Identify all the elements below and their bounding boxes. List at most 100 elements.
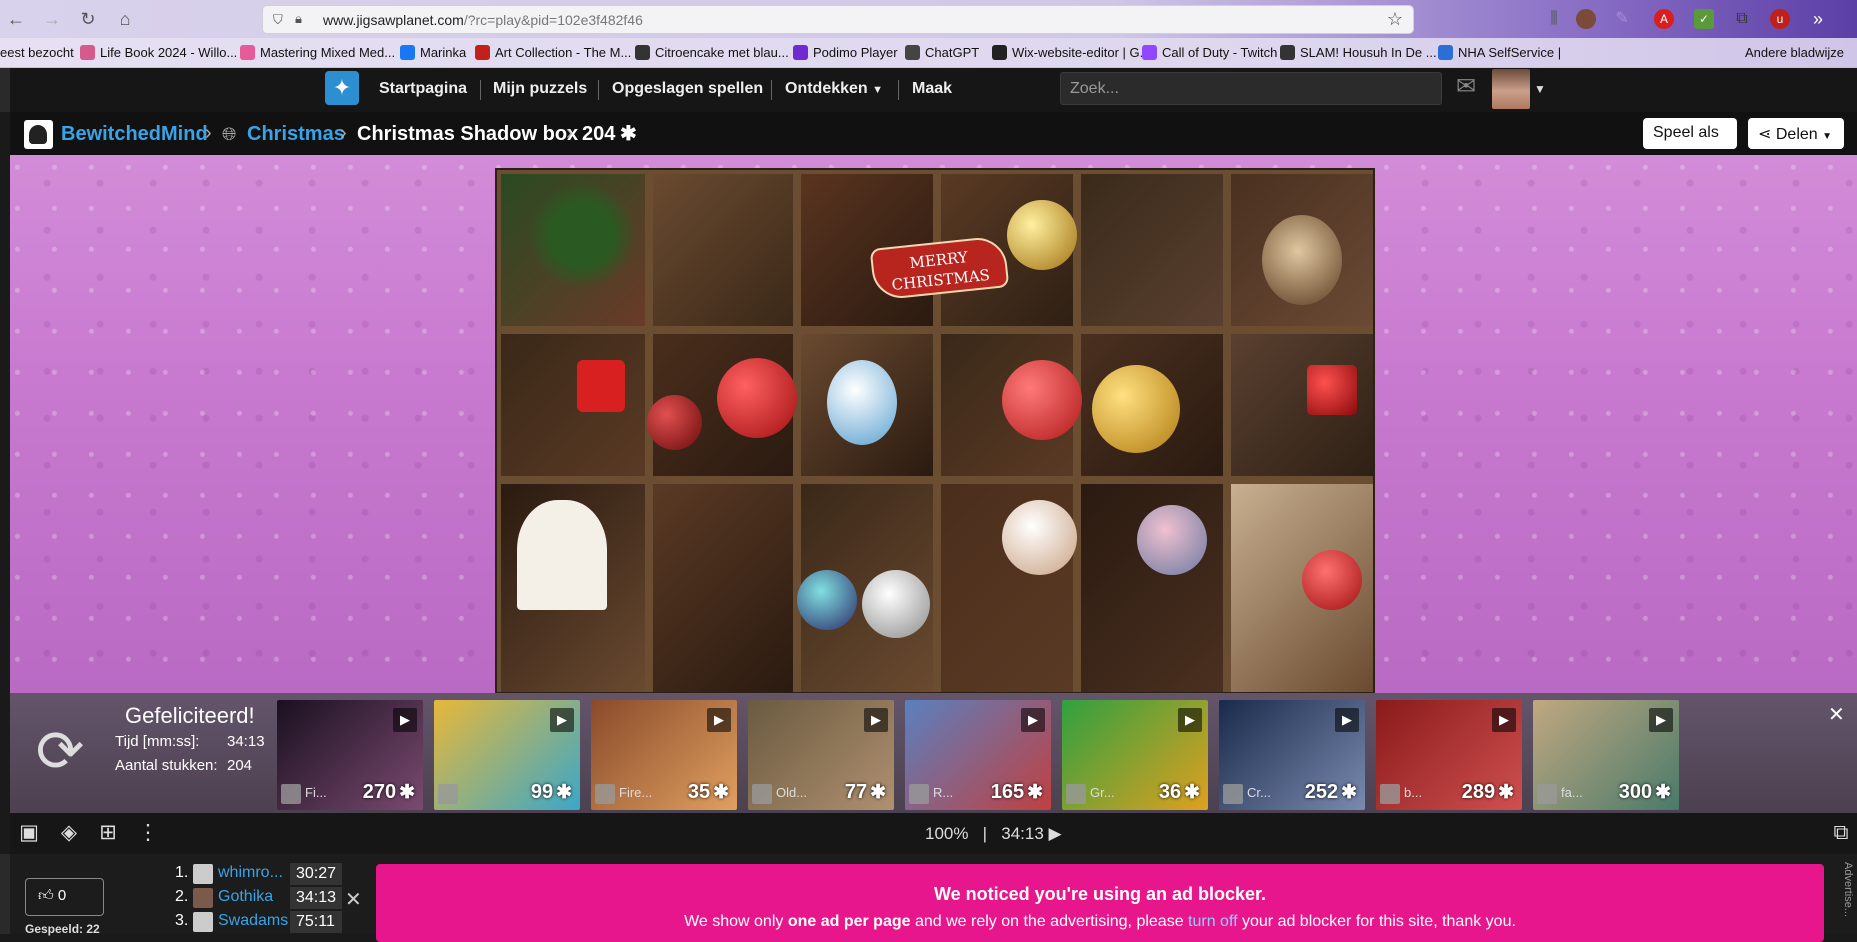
leader-name[interactable]: Swadams (218, 912, 288, 930)
home-icon[interactable]: ⌂ (113, 8, 137, 30)
jigsawplanet-logo-icon[interactable]: ✦ (325, 71, 359, 105)
shield-icon[interactable]: ⛉ (273, 12, 283, 28)
bookmark-item[interactable]: Life Book 2024 - Willo... (80, 45, 237, 60)
bookmark-item[interactable]: eest bezocht (0, 45, 74, 60)
profile-icon[interactable] (1576, 9, 1596, 29)
suggested-puzzle[interactable]: ▶ Cr... 252 ✱ (1219, 700, 1365, 810)
more-vertical-icon[interactable]: ⋮ (135, 820, 161, 846)
play-icon[interactable]: ▶ (550, 708, 574, 732)
bookmark-item[interactable]: Andere bladwijze (1745, 45, 1844, 60)
lock-icon[interactable]: 🔒︎ (295, 11, 302, 27)
suggested-puzzle[interactable]: ▶ Fire... 35 ✱ (591, 700, 737, 810)
leader-avatar[interactable] (193, 912, 213, 932)
image-icon[interactable]: ▣ (16, 820, 42, 846)
zoom-level[interactable]: 100% (925, 824, 968, 843)
caret-down-icon[interactable]: ▼ (1534, 82, 1546, 96)
puzzle-piece-icon: ✱ (556, 782, 572, 803)
turn-off-link[interactable]: turn off (1188, 913, 1238, 930)
ghost-image-icon[interactable]: ◈ (56, 820, 82, 846)
leader-name[interactable]: Gothika (218, 888, 273, 906)
suggested-puzzle[interactable]: ▶ fa... 300 ✱ (1533, 700, 1679, 810)
suggested-puzzle[interactable]: ▶ Gr... 36 ✱ (1062, 700, 1208, 810)
ornament (862, 570, 930, 638)
adblock-icon[interactable]: A (1654, 9, 1674, 29)
fullscreen-icon[interactable]: ⧉ (1828, 820, 1854, 846)
bookmark-item[interactable]: Wix-website-editor | G... (992, 45, 1150, 60)
advertise-label[interactable]: Advertise... (1828, 862, 1854, 934)
forward-icon[interactable]: → (40, 8, 64, 30)
suggested-piece-count: 289 ✱ (1461, 781, 1514, 803)
bookmark-item[interactable]: Podimo Player (793, 45, 898, 60)
nav-mijn-puzzels[interactable]: Mijn puzzels (493, 80, 587, 98)
play-icon[interactable]: ▶ (1049, 824, 1062, 843)
user-avatar[interactable] (1492, 69, 1530, 109)
play-icon[interactable]: ▶ (1021, 708, 1045, 732)
overflow-icon[interactable]: » (1808, 9, 1828, 29)
mail-icon[interactable]: ✉ (1456, 75, 1482, 99)
search-input[interactable]: Zoek... (1060, 72, 1442, 105)
bookmark-item[interactable]: Citroencake met blau... (635, 45, 789, 60)
bookmark-item[interactable]: Marinka (400, 45, 466, 60)
puzzle-image[interactable]: MERRY CHRISTMAS (495, 168, 1375, 694)
play-icon[interactable]: ▶ (1335, 708, 1359, 732)
bookmark-item[interactable]: Art Collection - The M... (475, 45, 631, 60)
author-avatar (1223, 784, 1243, 804)
close-icon[interactable]: ✕ (345, 887, 362, 912)
suggested-puzzle[interactable]: ▶ 99 ✱ (434, 700, 580, 810)
breadcrumb-user[interactable]: BewitchedMind (61, 123, 208, 146)
play-icon[interactable]: ▶ (1649, 708, 1673, 732)
nav-maak[interactable]: Maak (912, 80, 952, 98)
bookmark-item[interactable]: Mastering Mixed Med... (240, 45, 395, 60)
leader-avatar[interactable] (193, 864, 213, 884)
author-avatar (595, 784, 615, 804)
bookmark-item[interactable]: ChatGPT (905, 45, 979, 60)
suggested-puzzle[interactable]: ▶ R... 165 ✱ (905, 700, 1051, 810)
thumbs-up-icon: 👍︎ (38, 887, 54, 904)
author-avatar (1066, 784, 1086, 804)
breadcrumb-category[interactable]: Christmas (247, 123, 345, 146)
adblock-title: We noticed you're using an ad blocker. (933, 884, 1267, 904)
bookmark-item[interactable]: Call of Duty - Twitch (1142, 45, 1277, 60)
play-icon[interactable]: ▶ (864, 708, 888, 732)
back-icon[interactable]: ← (4, 8, 28, 30)
suggested-piece-count: 36 ✱ (1158, 781, 1200, 803)
puzzle-extension-icon[interactable]: ⧉ (1732, 9, 1752, 29)
play-icon[interactable]: ▶ (707, 708, 731, 732)
suggested-puzzle[interactable]: ▶ b... 289 ✱ (1376, 700, 1522, 810)
replay-icon[interactable]: ⟳ (30, 722, 90, 782)
bookmark-favicon-icon (992, 45, 1007, 60)
like-button[interactable]: 👍︎ 0 (25, 878, 104, 916)
reload-icon[interactable]: ↻ (76, 8, 100, 30)
nav-startpagina[interactable]: Startpagina (379, 80, 467, 98)
url-text[interactable]: www.jigsawplanet.com/?rc=play&pid=102e3f… (323, 12, 643, 28)
play-icon[interactable]: ▶ (1178, 708, 1202, 732)
chevron-right-icon: › (566, 122, 573, 144)
play-icon[interactable]: ▶ (393, 708, 417, 732)
close-icon[interactable]: ✕ (1828, 702, 1845, 727)
leader-avatar[interactable] (193, 888, 213, 908)
bookmark-favicon-icon (793, 45, 808, 60)
bookmark-label: Call of Duty - Twitch (1162, 45, 1278, 60)
suggested-puzzle[interactable]: ▶ Old... 77 ✱ (748, 700, 894, 810)
play-icon[interactable]: ▶ (1492, 708, 1516, 732)
star-ornament (1307, 365, 1357, 415)
bookmark-star-icon[interactable]: ☆ (1387, 9, 1403, 30)
suggested-puzzle[interactable]: ▶ Fi... 270 ✱ (277, 700, 423, 810)
author-avatar[interactable] (24, 120, 53, 149)
library-icon[interactable]: ⫼ (1544, 9, 1564, 29)
play-as-dropdown[interactable]: Speel als ▼ (1643, 118, 1737, 158)
bookmark-item[interactable]: SLAM! Housuh In De ... (1280, 45, 1437, 60)
bookmark-item[interactable]: NHA SelfService | (1438, 45, 1561, 60)
ublock-icon[interactable]: u (1770, 9, 1790, 29)
puzzle-piece-icon: ✱ (620, 123, 637, 145)
leader-name[interactable]: whimro... (218, 864, 283, 882)
share-dropdown[interactable]: ⋖ Delen ▼ (1748, 118, 1844, 149)
grid-icon[interactable]: ⊞ (95, 820, 121, 846)
address-bar[interactable]: ⛉ 🔒︎ www.jigsawplanet.com/?rc=play&pid=1… (262, 5, 1414, 34)
leader-rank: 2. (175, 888, 189, 905)
nav-opgeslagen-spellen[interactable]: Opgeslagen spellen (612, 80, 763, 98)
pen-icon[interactable]: ✎ (1612, 9, 1632, 29)
author-avatar (752, 784, 772, 804)
nav-ontdekken[interactable]: Ontdekken ▼ (785, 80, 883, 98)
extension-icon[interactable]: ✓ (1694, 9, 1714, 29)
